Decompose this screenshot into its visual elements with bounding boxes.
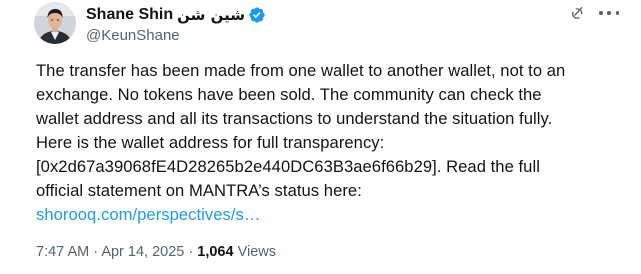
tweet-meta: 7:47 AM · Apr 14, 2025 · 1,064 Views bbox=[36, 244, 276, 260]
tweet-time[interactable]: 7:47 AM bbox=[36, 244, 89, 260]
tweet[interactable]: Shane Shin شين شن @KeunShane The transfe… bbox=[0, 0, 641, 274]
avatar[interactable] bbox=[34, 2, 76, 44]
grok-icon[interactable] bbox=[569, 5, 585, 21]
tweet-text-line: Here is the wallet address for full tran… bbox=[36, 133, 385, 152]
views-label: Views bbox=[237, 244, 277, 260]
tweet-header: Shane Shin شين شن @KeunShane bbox=[86, 4, 621, 48]
tweet-actions bbox=[569, 4, 619, 22]
meta-separator: · bbox=[93, 244, 99, 260]
tweet-text-line: wallet address and all its transactions … bbox=[36, 109, 553, 128]
more-options-icon[interactable] bbox=[599, 4, 619, 22]
author-display-name-arabic[interactable]: شين شن bbox=[177, 6, 245, 24]
author-handle[interactable]: @KeunShane bbox=[86, 26, 621, 46]
verified-badge-icon[interactable] bbox=[248, 6, 266, 24]
author-name-row: Shane Shin شين شن bbox=[86, 4, 621, 26]
tweet-text-line: The transfer has been made from one wall… bbox=[36, 61, 566, 80]
views-count: 1,064 bbox=[197, 244, 234, 260]
author-display-name[interactable]: Shane Shin bbox=[86, 6, 173, 24]
avatar-image bbox=[34, 2, 76, 44]
tweet-text-line: official statement on MANTRA’s status he… bbox=[36, 181, 362, 200]
tweet-text-line: [0x2d67a39068fE4D28265b2e440DC63B3ae6f66… bbox=[36, 157, 540, 176]
tweet-text: The transfer has been made from one wall… bbox=[36, 59, 626, 227]
tweet-date[interactable]: Apr 14, 2025 bbox=[101, 244, 184, 260]
statement-link[interactable]: shorooq.com/perspectives/s… bbox=[36, 205, 261, 224]
tweet-text-line: exchange. No tokens have been sold. The … bbox=[36, 85, 542, 104]
meta-separator: · bbox=[188, 244, 194, 260]
